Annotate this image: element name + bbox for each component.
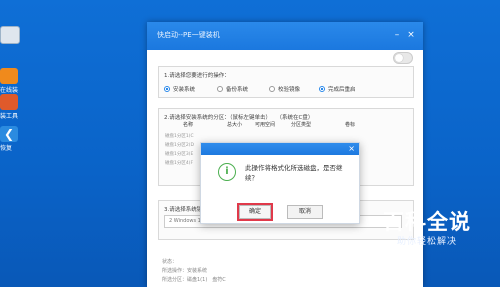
status-text: 状态： [162,259,178,265]
confirm-button[interactable]: 确定 [237,203,273,221]
minimize-icon[interactable]: – [393,31,401,40]
column-header-type: 分区类型 [291,122,312,128]
radio-label: 校验镜像 [278,87,301,93]
desktop-icon-computer[interactable] [0,26,26,45]
radio-backup-system[interactable]: 备份系统 [217,85,248,93]
computer-icon [0,26,20,44]
operation-section: 1.请选择您要进行的操作： 安装系统 备份系统 校验镜像 完成后重启 [158,66,414,98]
watermark-subtitle: 助你轻松解决 [396,237,457,247]
desktop-icon-label: 装工具 [0,113,19,120]
window-title: 快启动--PE一键装机 [157,31,220,39]
radio-dot [217,86,223,92]
close-icon[interactable]: × [348,144,355,154]
radio-label: 完成后重启 [328,87,356,93]
dialog-titlebar: × [201,143,359,155]
cancel-button[interactable]: 取消 [287,205,323,219]
desktop-icon-tools[interactable]: 装工具 [0,94,26,120]
desktop-icon-installer[interactable]: 在线装 [0,68,26,94]
settings-toggle[interactable] [393,52,413,64]
close-icon[interactable]: × [407,31,415,40]
radio-dot [319,86,325,92]
dialog-message: 此操作将格式化所选磁盘，是否继续？ [245,164,343,182]
table-row[interactable]: 磁盘1分区2(D [165,142,194,148]
checkbox-restart-after[interactable]: 完成后重启 [319,85,356,93]
desktop-icon-label: 在线装 [0,87,19,94]
watermark-title: 百科全说 [383,210,471,234]
toolbox-icon [0,94,18,110]
column-header-volume: 卷标 [345,122,356,128]
partition-label: 2.请选择安装系统的分区：（鼠标左键单击） （系统在C盘） [164,115,314,121]
radio-dot [164,86,170,92]
selected-operation: 所选操作：安装系统 [162,268,208,274]
table-row[interactable]: 磁盘1分区1(C [165,133,194,139]
column-header-size: 总大小 [227,122,243,128]
desktop-icon-label: 恢复 [0,145,13,152]
radio-label: 安装系统 [173,87,196,93]
watermark-logo: 百科全说 助你轻松解决 [362,210,492,247]
desktop-icon-restore[interactable]: ❮ 恢复 [0,126,26,152]
column-header-name: 名称 [183,122,194,128]
back-arrow-icon: ❮ [0,126,18,142]
format-confirm-dialog: × i 此操作将格式化所选磁盘，是否继续？ 确定 取消 [200,142,360,224]
table-row[interactable]: 磁盘1分区3(E [165,151,193,157]
column-header-free: 可用空间 [255,122,276,128]
operation-label: 1.请选择您要进行的操作： [164,73,230,79]
info-icon: i [218,163,236,181]
selected-partition: 所选分区：磁盘1(1) 盘符C [162,277,226,283]
image-label: 3.请选择系统镜 [164,207,203,213]
table-row[interactable]: 磁盘1分区4(F [165,160,193,166]
window-titlebar: 快启动--PE一键装机 – × [147,22,423,50]
radio-dot [269,86,275,92]
installer-icon [0,68,18,84]
radio-install-system[interactable]: 安装系统 [164,85,195,93]
radio-label: 备份系统 [226,87,249,93]
radio-verify-image[interactable]: 校验镜像 [269,85,300,93]
